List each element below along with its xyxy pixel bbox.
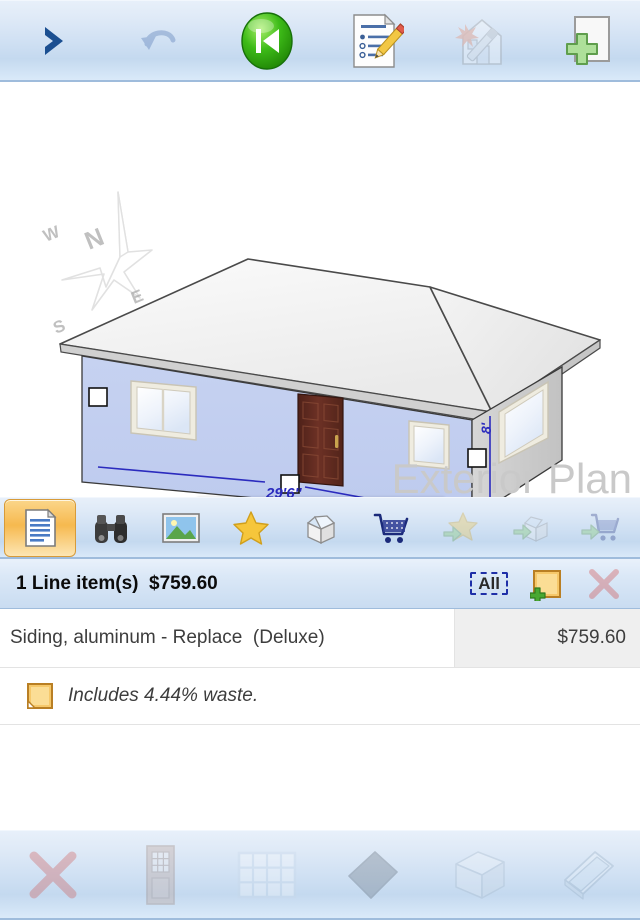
plan-watermark: Exterior Plan bbox=[391, 455, 632, 502]
front-door bbox=[297, 393, 344, 487]
binoculars-icon bbox=[95, 515, 127, 543]
magic-wand-house-icon-button[interactable] bbox=[427, 0, 534, 82]
add-page-icon bbox=[565, 16, 610, 65]
undo-icon bbox=[141, 30, 176, 50]
add-to-favorites-icon-button[interactable] bbox=[426, 499, 496, 557]
note-icon bbox=[27, 683, 53, 709]
shopping-cart-icon-button[interactable] bbox=[356, 499, 426, 557]
window-grid-icon bbox=[237, 851, 296, 899]
door-icon bbox=[146, 845, 175, 905]
line-item-list: Siding, aluminum - Replace (Deluxe) $759… bbox=[0, 609, 640, 725]
add-note-button[interactable] bbox=[530, 567, 564, 601]
plan-3d-view[interactable]: N W E S 29'6" 8' bbox=[0, 82, 640, 497]
add-door-button[interactable] bbox=[107, 830, 214, 920]
add-to-cart-icon bbox=[581, 513, 620, 541]
add-to-favorites-icon bbox=[443, 512, 478, 542]
compass-label-west: W bbox=[40, 222, 63, 246]
star-icon-button[interactable] bbox=[216, 499, 286, 557]
delete-button[interactable] bbox=[0, 830, 107, 920]
line-item-description: Siding, aluminum - Replace (Deluxe) bbox=[10, 627, 325, 648]
line-item-note-row[interactable]: Includes 4.44% waste. bbox=[0, 668, 640, 725]
front-window bbox=[130, 380, 197, 441]
panel-tilt-icon bbox=[563, 851, 614, 900]
magic-wand-house-icon bbox=[455, 18, 502, 65]
add-surface-button[interactable] bbox=[320, 830, 427, 920]
list-empty-space bbox=[0, 725, 640, 769]
line-items-summary: 1 Line item(s) $759.60 bbox=[16, 572, 218, 594]
app-root: N W E S 29'6" 8' Exterior Plan 1 Line it… bbox=[0, 0, 640, 920]
shopping-cart-icon bbox=[373, 513, 409, 543]
dimension-width-label: 29'6" bbox=[266, 485, 302, 497]
rewind-start-icon bbox=[240, 12, 293, 70]
open-box-icon-button[interactable] bbox=[286, 499, 356, 557]
items-icon-strip bbox=[0, 497, 640, 559]
add-window-button[interactable] bbox=[213, 830, 320, 920]
forward-arrow-icon bbox=[45, 27, 64, 55]
add-block-button[interactable] bbox=[427, 830, 534, 920]
rewind-start-icon-button[interactable] bbox=[213, 0, 320, 82]
house-model: N W E S bbox=[40, 191, 601, 497]
document-list-icon-button[interactable] bbox=[4, 499, 76, 557]
compass-label-east: E bbox=[128, 286, 146, 308]
line-item-note-text: Includes 4.44% waste. bbox=[68, 685, 259, 706]
edit-list-icon bbox=[353, 13, 405, 68]
compass-label-north: N bbox=[81, 223, 108, 256]
star-icon bbox=[233, 511, 269, 545]
delete-x-icon bbox=[29, 851, 77, 899]
cube-icon bbox=[455, 851, 505, 899]
add-to-cart-icon-button[interactable] bbox=[566, 499, 636, 557]
summary-actions: All bbox=[470, 566, 630, 602]
edit-list-icon-button[interactable] bbox=[320, 0, 427, 82]
note-add-icon bbox=[530, 569, 561, 601]
add-to-box-icon bbox=[513, 516, 548, 542]
dimension-height-label: 8' bbox=[478, 422, 494, 434]
photo-icon-button[interactable] bbox=[146, 499, 216, 557]
forward-arrow-icon-button[interactable] bbox=[0, 0, 107, 82]
dark-slab-icon bbox=[348, 851, 399, 899]
summary-bar: 1 Line item(s) $759.60 All bbox=[0, 559, 640, 609]
add-to-box-icon-button[interactable] bbox=[496, 499, 566, 557]
bottom-toolbar bbox=[0, 830, 640, 920]
top-toolbar bbox=[0, 0, 640, 82]
table-row[interactable]: Siding, aluminum - Replace (Deluxe) $759… bbox=[0, 609, 640, 668]
undo-icon-button[interactable] bbox=[107, 0, 214, 82]
delete-x-icon bbox=[589, 568, 619, 599]
select-all-button[interactable]: All bbox=[470, 571, 508, 596]
compass-label-south: S bbox=[50, 316, 68, 338]
binoculars-icon-button[interactable] bbox=[76, 499, 146, 557]
add-page-icon-button[interactable] bbox=[533, 0, 640, 82]
open-box-icon bbox=[306, 515, 336, 545]
add-panel-button[interactable] bbox=[533, 830, 640, 920]
delete-item-button[interactable] bbox=[586, 566, 622, 602]
line-item-price: $759.60 bbox=[454, 609, 640, 667]
document-list-icon bbox=[25, 508, 57, 547]
photo-icon bbox=[162, 513, 200, 543]
